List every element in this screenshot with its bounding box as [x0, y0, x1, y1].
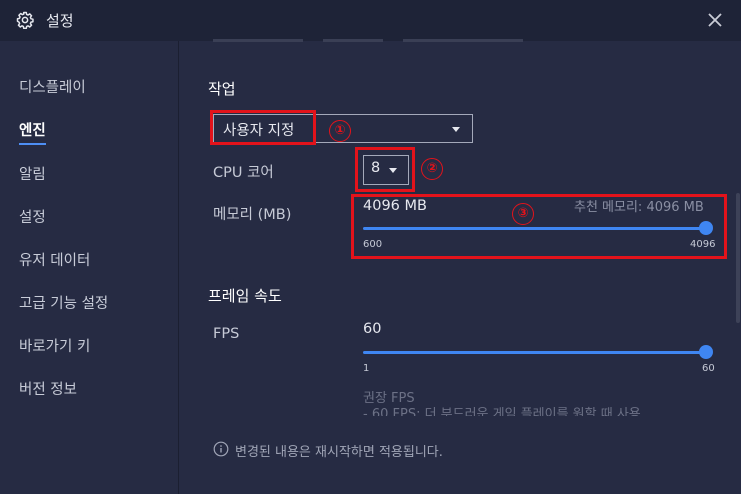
fps-min-label: 1: [363, 363, 370, 374]
memory-slider-track[interactable]: [363, 227, 706, 230]
sidebar-item-advanced[interactable]: 고급 기능 설정: [19, 292, 108, 313]
cpu-cores-value: 8: [371, 160, 381, 176]
annotation-1: ①: [329, 120, 351, 142]
sidebar-item-user-data[interactable]: 유저 데이터: [19, 249, 90, 270]
scrollbar-thumb[interactable]: [736, 193, 740, 323]
section-title-work: 작업: [208, 80, 236, 98]
fps-slider-thumb[interactable]: [699, 345, 713, 359]
sidebar-item-notifications[interactable]: 알림: [19, 163, 46, 184]
fps-label: FPS: [213, 326, 240, 342]
memory-label: 메모리 (MB): [213, 207, 292, 223]
memory-recommended: 추천 메모리: 4096 MB: [574, 200, 704, 215]
performance-mode-value: 사용자 지정: [223, 123, 295, 139]
fps-value: 60: [363, 321, 382, 337]
memory-max-label: 4096: [690, 239, 716, 250]
sidebar-item-settings[interactable]: 설정: [19, 206, 46, 227]
sidebar-item-display[interactable]: 디스플레이: [19, 76, 86, 97]
window-title: 설정: [46, 12, 74, 30]
cpu-cores-select[interactable]: 8: [363, 155, 409, 185]
restart-notice: 변경된 내용은 재시작하면 적용됩니다.: [235, 445, 443, 460]
chevron-down-icon: [389, 168, 397, 173]
close-icon[interactable]: [703, 8, 727, 32]
sidebar: 디스플레이 엔진 알림 설정 유저 데이터 고급 기능 설정 바로가기 키 버전…: [0, 41, 179, 494]
cpu-cores-label: CPU 코어: [213, 165, 274, 181]
section-title-frame-rate: 프레임 속도: [208, 287, 282, 305]
memory-value: 4096 MB: [363, 198, 427, 214]
title-bar: 설정: [0, 0, 741, 41]
gear-icon: [16, 11, 34, 29]
active-indicator: [19, 143, 46, 145]
clipped-content-remnant: [213, 39, 523, 42]
sidebar-item-engine[interactable]: 엔진: [19, 119, 46, 145]
info-icon: [213, 441, 229, 457]
fps-max-label: 60: [702, 363, 715, 374]
annotation-3: ③: [512, 203, 534, 225]
memory-min-label: 600: [363, 239, 383, 250]
sidebar-item-version[interactable]: 버전 정보: [19, 378, 77, 399]
chevron-down-icon: [452, 127, 460, 132]
fps-slider-track[interactable]: [363, 351, 706, 354]
sidebar-item-shortcuts[interactable]: 바로가기 키: [19, 335, 90, 356]
fps-recommend-desc: - 60 FPS: 더 부드러운 게임 플레이를 원할 때 사용: [363, 407, 641, 416]
annotation-2: ②: [421, 158, 443, 180]
memory-slider-thumb[interactable]: [699, 221, 713, 235]
